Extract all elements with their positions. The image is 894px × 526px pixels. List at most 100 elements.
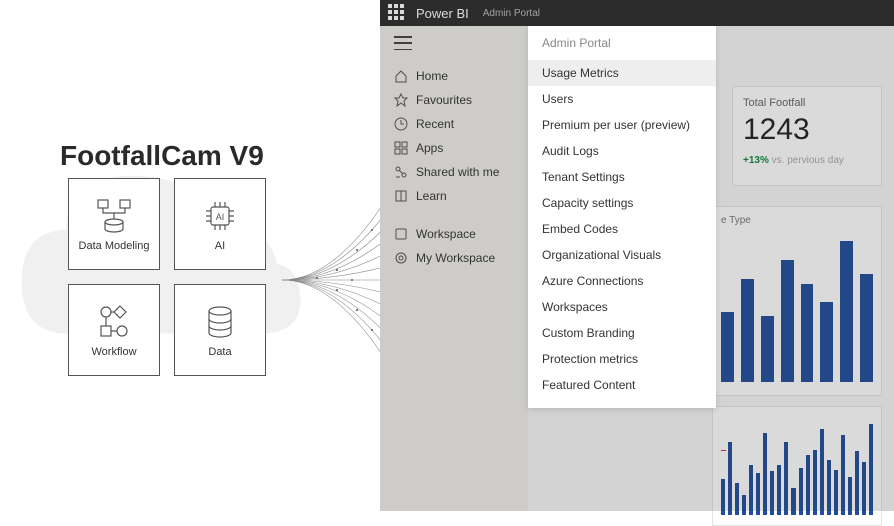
- nav-home[interactable]: Home: [380, 64, 528, 88]
- bar: [834, 470, 838, 515]
- bar: [741, 279, 754, 382]
- kpi-value: 1243: [743, 113, 871, 147]
- bar: [735, 483, 739, 515]
- nav-my-workspace[interactable]: My Workspace: [380, 246, 528, 270]
- tile-ai: AI AI: [174, 178, 266, 270]
- pbi-header: Power BI Admin Portal: [380, 0, 894, 26]
- threshold-line: [721, 450, 726, 451]
- app-title: Power BI: [416, 6, 469, 21]
- tiles-grid: Data Modeling AI AI Workflow: [68, 178, 266, 376]
- flow-lines: [282, 180, 392, 380]
- nav-label: Learn: [416, 189, 447, 203]
- bar: [862, 462, 866, 515]
- admin-item-tenant-settings[interactable]: Tenant Settings: [528, 164, 716, 190]
- kpi-card-total-footfall: Total Footfall 1243 +13% vs. pervious da…: [732, 86, 882, 186]
- admin-item-protection-metrics[interactable]: Protection metrics: [528, 346, 716, 372]
- bar: [770, 471, 774, 515]
- admin-portal-menu: Admin Portal Usage MetricsUsersPremium p…: [528, 26, 716, 408]
- bar: [806, 455, 810, 515]
- workflow-icon: [94, 302, 134, 342]
- nav-learn[interactable]: Learn: [380, 184, 528, 208]
- bar: [781, 260, 794, 382]
- bar-chart-type: e Type: [712, 206, 882, 396]
- bar: [799, 468, 803, 515]
- hamburger-icon[interactable]: [394, 36, 412, 50]
- nav-label: Recent: [416, 117, 454, 131]
- bar: [728, 442, 732, 515]
- nav-label: Shared with me: [416, 165, 499, 179]
- powerbi-app: Power BI Admin Portal Home Favourites Rece…: [380, 0, 894, 511]
- database-icon: [200, 302, 240, 342]
- nav-label: Favourites: [416, 93, 472, 107]
- breadcrumb: Admin Portal: [483, 8, 540, 19]
- bar: [801, 284, 814, 382]
- admin-item-users[interactable]: Users: [528, 86, 716, 112]
- nav-workspace[interactable]: Workspace: [380, 222, 528, 246]
- admin-item-featured-content[interactable]: Featured Content: [528, 372, 716, 398]
- bar: [721, 479, 725, 515]
- bar: [820, 429, 824, 515]
- tile-label: AI: [215, 240, 225, 252]
- nav-label: Apps: [416, 141, 443, 155]
- tile-workflow: Workflow: [68, 284, 160, 376]
- admin-item-embed-codes[interactable]: Embed Codes: [528, 216, 716, 242]
- pbi-sidebar: Home Favourites Recent Apps Shared with me Le…: [380, 26, 528, 511]
- bar: [756, 473, 760, 515]
- grid-icon: [394, 141, 408, 155]
- bar: [860, 274, 873, 382]
- footfallcam-diagram: FootfallCam V9 Data Modeling AI AI: [0, 0, 380, 511]
- bar: [761, 316, 774, 382]
- admin-item-premium-per-user-preview-[interactable]: Premium per user (preview): [528, 112, 716, 138]
- kpi-label: Total Footfall: [743, 97, 871, 109]
- chart-title: e Type: [721, 215, 873, 226]
- admin-item-custom-branding[interactable]: Custom Branding: [528, 320, 716, 346]
- bar: [840, 241, 853, 382]
- bar: [777, 465, 781, 515]
- data-modeling-icon: [94, 196, 134, 236]
- share-icon: [394, 165, 408, 179]
- kpi-delta: +13% vs. pervious day: [743, 155, 871, 166]
- bar: [869, 424, 873, 515]
- tile-label: Workflow: [91, 346, 136, 358]
- nav-recent[interactable]: Recent: [380, 112, 528, 136]
- bar: [721, 312, 734, 382]
- bar: [763, 433, 767, 515]
- bar: [784, 442, 788, 515]
- book-icon: [394, 189, 408, 203]
- tile-label: Data Modeling: [79, 240, 150, 252]
- workspace-icon: [394, 227, 408, 241]
- bar-chart-small: [712, 406, 882, 526]
- bar: [841, 435, 845, 515]
- bar: [820, 302, 833, 382]
- my-workspace-icon: [394, 251, 408, 265]
- tile-label: Data: [208, 346, 231, 358]
- bar: [848, 477, 852, 515]
- home-icon: [394, 69, 408, 83]
- nav-apps[interactable]: Apps: [380, 136, 528, 160]
- svg-text:AI: AI: [216, 212, 225, 222]
- admin-item-organizational-visuals[interactable]: Organizational Visuals: [528, 242, 716, 268]
- tile-data-modeling: Data Modeling: [68, 178, 160, 270]
- admin-item-azure-connections[interactable]: Azure Connections: [528, 268, 716, 294]
- brand-title: FootfallCam V9: [60, 140, 264, 172]
- admin-item-capacity-settings[interactable]: Capacity settings: [528, 190, 716, 216]
- admin-item-audit-logs[interactable]: Audit Logs: [528, 138, 716, 164]
- star-icon: [394, 93, 408, 107]
- admin-menu-title: Admin Portal: [528, 26, 716, 60]
- nav-favourites[interactable]: Favourites: [380, 88, 528, 112]
- bar: [742, 495, 746, 515]
- nav-label: Home: [416, 69, 448, 83]
- bar: [813, 450, 817, 515]
- ai-chip-icon: AI: [200, 196, 240, 236]
- app-launcher-icon[interactable]: [388, 4, 406, 22]
- nav-label: Workspace: [416, 227, 476, 241]
- admin-item-usage-metrics[interactable]: Usage Metrics: [528, 60, 716, 86]
- nav-shared-with-me[interactable]: Shared with me: [380, 160, 528, 184]
- tile-data: Data: [174, 284, 266, 376]
- nav-label: My Workspace: [416, 251, 495, 265]
- admin-item-workspaces[interactable]: Workspaces: [528, 294, 716, 320]
- bar: [827, 460, 831, 515]
- bar: [855, 451, 859, 515]
- bar: [749, 465, 753, 515]
- clock-icon: [394, 117, 408, 131]
